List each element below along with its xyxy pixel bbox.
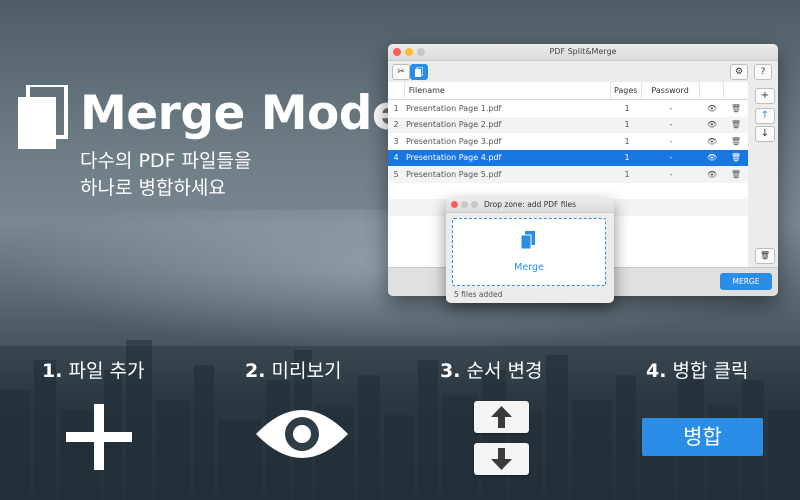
row-filename: Presentation Page 3.pdf <box>406 136 502 146</box>
eye-icon[interactable]: 👁 <box>700 137 724 146</box>
move-down-arrow-button <box>474 443 529 475</box>
drop-zone-label: Merge <box>514 262 544 273</box>
side-toolbar: + ↑ ↓ 🗑 <box>750 82 778 268</box>
step-text: 미리보기 <box>271 360 342 382</box>
gear-icon: ⚙ <box>734 67 744 77</box>
window-controls <box>393 48 425 56</box>
row-number: 2 <box>393 120 399 130</box>
drop-zone-window: Drop zone: add PDF files Merge 5 files a… <box>446 198 614 303</box>
row-number: 3 <box>393 136 399 146</box>
documents-icon <box>18 85 68 149</box>
row-filename: Presentation Page 2.pdf <box>406 120 502 130</box>
row-password: - <box>669 169 673 179</box>
table-row[interactable]: 3 Presentation Page 3.pdf 1 - 👁 🗑 <box>388 133 748 150</box>
eye-icon[interactable]: 👁 <box>700 120 724 129</box>
move-up-button[interactable]: ↑ <box>755 108 775 124</box>
move-down-button[interactable]: ↓ <box>755 126 775 142</box>
hero-title: Merge Mode <box>80 86 404 141</box>
row-pages: 1 <box>624 103 630 113</box>
add-file-button[interactable]: + <box>755 88 775 104</box>
step-number: 4. <box>646 360 667 382</box>
row-password: - <box>669 136 673 146</box>
scissors-icon: ✂ <box>397 67 405 77</box>
eye-icon[interactable]: 👁 <box>700 153 724 162</box>
move-up-arrow-button <box>474 401 529 433</box>
window-titlebar: PDF Split&Merge <box>388 44 778 61</box>
eye-icon <box>256 410 348 458</box>
eye-icon[interactable]: 👁 <box>700 170 724 179</box>
step-3-label: 3. 순서 변경 <box>440 356 542 383</box>
close-button[interactable] <box>393 48 401 56</box>
trash-icon[interactable]: 🗑 <box>724 137 748 146</box>
window-title: PDF Split&Merge <box>549 47 617 56</box>
column-header-number <box>388 82 405 99</box>
pages-icon <box>415 66 424 77</box>
toolbar: ✂ ⚙ ? <box>388 61 778 84</box>
close-button[interactable] <box>451 201 458 208</box>
row-password: - <box>669 103 673 113</box>
column-header-eye <box>700 82 725 99</box>
column-header-password[interactable]: Password <box>642 82 700 99</box>
step-text: 파일 추가 <box>68 360 145 382</box>
column-header-filename[interactable]: Filename <box>405 82 611 99</box>
step-1-label: 1. 파일 추가 <box>42 356 144 383</box>
row-pages: 1 <box>624 136 630 146</box>
arrow-up-icon <box>491 406 512 428</box>
row-number: 4 <box>393 153 399 163</box>
drop-area[interactable]: Merge <box>452 218 606 286</box>
row-filename: Presentation Page 5.pdf <box>406 169 502 179</box>
step-number: 2. <box>245 360 266 382</box>
merge-mode-button[interactable] <box>410 64 428 80</box>
drop-window-controls <box>451 201 478 208</box>
row-password: - <box>669 153 673 163</box>
help-button[interactable]: ? <box>754 64 772 80</box>
trash-icon[interactable]: 🗑 <box>724 170 748 179</box>
help-icon: ? <box>760 67 766 77</box>
table-row[interactable]: 1 Presentation Page 1.pdf 1 - 👁 🗑 <box>388 100 748 117</box>
table-row-selected[interactable]: 4 Presentation Page 4.pdf 1 - 👁 🗑 <box>388 149 748 166</box>
pages-icon <box>521 231 535 249</box>
column-header-delete <box>724 82 748 99</box>
settings-button[interactable]: ⚙ <box>730 64 748 80</box>
eye-icon[interactable]: 👁 <box>700 104 724 113</box>
step-4-label: 4. 병합 클릭 <box>646 356 748 383</box>
remove-all-button[interactable]: 🗑 <box>755 248 775 264</box>
table-row[interactable]: 5 Presentation Page 5.pdf 1 - 👁 🗑 <box>388 166 748 183</box>
trash-icon[interactable]: 🗑 <box>724 104 748 113</box>
step-number: 3. <box>440 360 461 382</box>
zoom-button[interactable] <box>417 48 425 56</box>
minimize-button[interactable] <box>405 48 413 56</box>
trash-icon: 🗑 <box>759 251 771 260</box>
table-row[interactable]: 2 Presentation Page 2.pdf 1 - 👁 🗑 <box>388 116 748 133</box>
step-number: 1. <box>42 360 63 382</box>
row-number: 1 <box>393 103 399 113</box>
table-row-empty <box>388 183 748 200</box>
plus-icon <box>66 404 132 470</box>
merge-big-button: 병합 <box>642 418 763 456</box>
row-number: 5 <box>393 169 399 179</box>
row-pages: 1 <box>624 153 630 163</box>
step-text: 순서 변경 <box>466 360 543 382</box>
trash-icon[interactable]: 🗑 <box>724 153 748 162</box>
row-pages: 1 <box>624 169 630 179</box>
arrow-down-icon <box>491 448 512 470</box>
drop-zone-titlebar: Drop zone: add PDF files <box>446 198 614 213</box>
trash-icon[interactable]: 🗑 <box>724 120 748 129</box>
step-2-label: 2. 미리보기 <box>245 356 341 383</box>
zoom-button[interactable] <box>471 201 478 208</box>
files-added-status: 5 files added <box>454 290 503 299</box>
table-header: Filename Pages Password <box>388 82 748 100</box>
hero-subtitle: 다수의 PDF 파일들을 하나로 병합하세요 <box>80 150 252 199</box>
row-filename: Presentation Page 1.pdf <box>406 103 502 113</box>
row-password: - <box>669 120 673 130</box>
drop-zone-title: Drop zone: add PDF files <box>483 200 577 209</box>
minimize-button[interactable] <box>461 201 468 208</box>
column-header-pages[interactable]: Pages <box>611 82 642 99</box>
merge-button[interactable]: MERGE <box>720 273 772 290</box>
row-pages: 1 <box>624 120 630 130</box>
row-filename: Presentation Page 4.pdf <box>406 153 502 163</box>
step-text: 병합 클릭 <box>672 360 749 382</box>
split-mode-button[interactable]: ✂ <box>392 64 410 80</box>
